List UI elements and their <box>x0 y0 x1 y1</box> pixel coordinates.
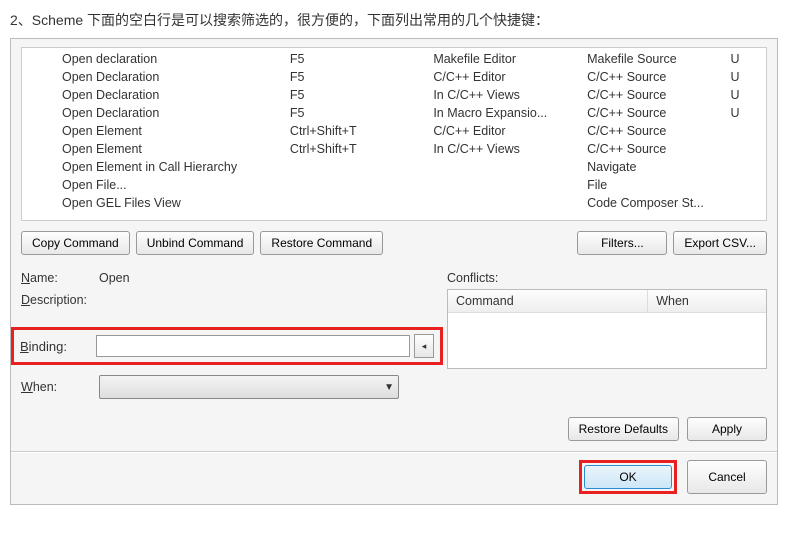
cell-when <box>429 194 583 212</box>
name-label: Name: <box>21 271 99 285</box>
restore-command-button[interactable]: Restore Command <box>260 231 383 255</box>
cell-command: Open Element in Call Hierarchy <box>22 158 286 176</box>
cell-binding: Ctrl+Shift+T <box>286 140 429 158</box>
cell-user <box>726 122 766 140</box>
cell-user <box>726 194 766 212</box>
cell-user: U <box>726 86 766 104</box>
table-row[interactable]: Open DeclarationF5In C/C++ ViewsC/C++ So… <box>22 86 766 104</box>
intro-text: 2、Scheme 下面的空白行是可以搜索筛选的，很方便的，下面列出常用的几个快捷… <box>10 10 776 30</box>
cell-binding: F5 <box>286 86 429 104</box>
keys-pref-dialog: Open declarationF5Makefile EditorMakefil… <box>10 38 778 505</box>
cell-when <box>429 158 583 176</box>
ok-highlight-box: OK <box>579 460 677 494</box>
cell-command: Open File... <box>22 176 286 194</box>
cell-when: Makefile Editor <box>429 50 583 68</box>
cell-category: C/C++ Source <box>583 122 726 140</box>
name-value: Open <box>99 271 433 285</box>
export-csv-button[interactable]: Export CSV... <box>673 231 767 255</box>
cell-user: U <box>726 68 766 86</box>
description-label: Description: <box>21 293 99 307</box>
cell-user <box>726 140 766 158</box>
table-row[interactable]: Open File... File <box>22 176 766 194</box>
binding-input[interactable] <box>96 335 410 357</box>
cell-user: U <box>726 104 766 122</box>
cell-when <box>429 176 583 194</box>
table-row[interactable]: Open ElementCtrl+Shift+TC/C++ EditorC/C+… <box>22 122 766 140</box>
cell-user <box>726 176 766 194</box>
conflicts-table[interactable]: Command When <box>447 289 767 369</box>
table-row[interactable]: Open DeclarationF5C/C++ EditorC/C++ Sour… <box>22 68 766 86</box>
binding-highlight-box: Binding: ◂ <box>11 327 443 365</box>
cell-when: In C/C++ Views <box>429 140 583 158</box>
cell-binding <box>286 194 429 212</box>
table-row[interactable]: Open DeclarationF5In Macro Expansio...C/… <box>22 104 766 122</box>
cell-when: In Macro Expansio... <box>429 104 583 122</box>
filters-button[interactable]: Filters... <box>577 231 667 255</box>
binding-dropdown-icon[interactable]: ◂ <box>414 334 434 358</box>
copy-command-button[interactable]: Copy Command <box>21 231 130 255</box>
conflicts-col-when: When <box>648 290 766 312</box>
when-select[interactable]: ▼ <box>99 375 399 399</box>
cell-binding: Ctrl+Shift+T <box>286 122 429 140</box>
cell-binding: F5 <box>286 50 429 68</box>
cell-category: C/C++ Source <box>583 104 726 122</box>
cell-binding: F5 <box>286 104 429 122</box>
table-row[interactable]: Open declarationF5Makefile EditorMakefil… <box>22 50 766 68</box>
cell-command: Open Declaration <box>22 68 286 86</box>
cell-binding <box>286 158 429 176</box>
restore-defaults-button[interactable]: Restore Defaults <box>568 417 679 441</box>
cell-command: Open Declaration <box>22 104 286 122</box>
cell-binding: F5 <box>286 68 429 86</box>
cell-category: Makefile Source <box>583 50 726 68</box>
binding-label: Binding: <box>20 339 92 354</box>
cell-category: C/C++ Source <box>583 86 726 104</box>
cell-command: Open Element <box>22 122 286 140</box>
cell-user <box>726 158 766 176</box>
conflicts-col-command: Command <box>448 290 648 312</box>
cell-command: Open Element <box>22 140 286 158</box>
cell-when: C/C++ Editor <box>429 122 583 140</box>
cell-category: File <box>583 176 726 194</box>
table-row[interactable]: Open ElementCtrl+Shift+TIn C/C++ ViewsC/… <box>22 140 766 158</box>
cell-when: In C/C++ Views <box>429 86 583 104</box>
cell-user: U <box>726 50 766 68</box>
cell-command: Open declaration <box>22 50 286 68</box>
cell-when: C/C++ Editor <box>429 68 583 86</box>
cell-category: C/C++ Source <box>583 140 726 158</box>
cell-category: C/C++ Source <box>583 68 726 86</box>
separator <box>11 451 777 452</box>
cell-binding <box>286 176 429 194</box>
apply-button[interactable]: Apply <box>687 417 767 441</box>
ok-button[interactable]: OK <box>584 465 672 489</box>
cancel-button[interactable]: Cancel <box>687 460 767 494</box>
key-bindings-table[interactable]: Open declarationF5Makefile EditorMakefil… <box>21 47 767 221</box>
cell-category: Navigate <box>583 158 726 176</box>
table-row[interactable]: Open Element in Call Hierarchy Navigate <box>22 158 766 176</box>
cell-command: Open Declaration <box>22 86 286 104</box>
cell-category: Code Composer St... <box>583 194 726 212</box>
conflicts-label: Conflicts: <box>447 271 767 285</box>
unbind-command-button[interactable]: Unbind Command <box>136 231 255 255</box>
when-label: When: <box>21 380 99 394</box>
table-row[interactable]: Open GEL Files View Code Composer St... <box>22 194 766 212</box>
cell-command: Open GEL Files View <box>22 194 286 212</box>
